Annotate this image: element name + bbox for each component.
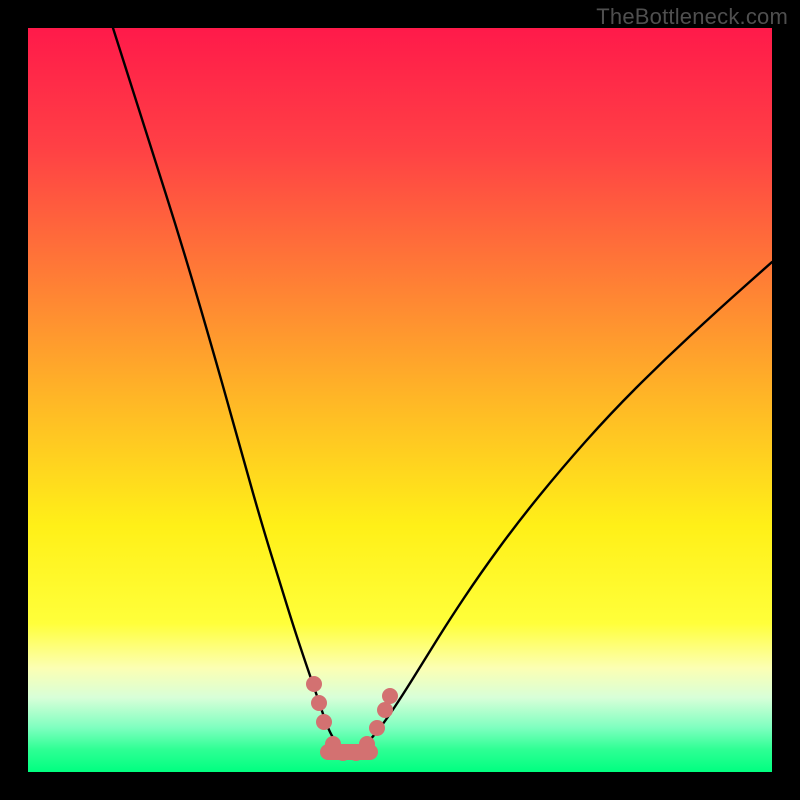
chart-svg (28, 28, 772, 772)
chart-outer-frame: TheBottleneck.com (0, 0, 800, 800)
curve-marker (382, 688, 398, 704)
curve-marker (377, 702, 393, 718)
curve-marker (369, 720, 385, 736)
curve-marker (306, 676, 322, 692)
curve-marker (316, 714, 332, 730)
curve-marker (311, 695, 327, 711)
chart-background (28, 28, 772, 772)
watermark-label: TheBottleneck.com (596, 4, 788, 30)
chart-plot-area (28, 28, 772, 772)
